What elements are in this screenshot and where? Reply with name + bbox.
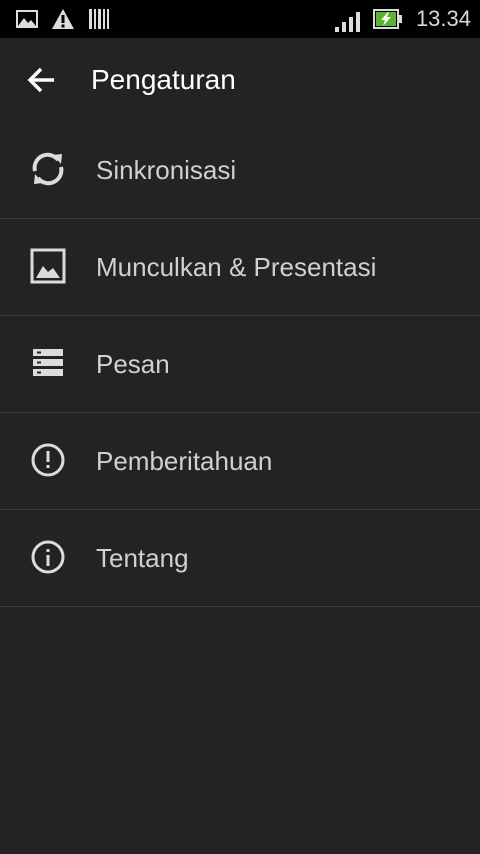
menu-item-messages[interactable]: Pesan bbox=[0, 316, 480, 413]
info-circle-icon bbox=[28, 537, 68, 577]
status-time: 13.34 bbox=[415, 6, 471, 31]
page-title: Pengaturan bbox=[91, 64, 236, 95]
menu-item-label: Pesan bbox=[96, 349, 170, 379]
menu-item-label: Tentang bbox=[96, 543, 189, 573]
menu-item-label: Sinkronisasi bbox=[96, 155, 237, 185]
barcode-icon bbox=[89, 9, 109, 34]
settings-menu: Sinkronisasi Munculkan & Presentasi Pesa… bbox=[0, 122, 480, 607]
battery-charging-icon bbox=[373, 8, 403, 35]
menu-item-about[interactable]: Tentang bbox=[0, 510, 480, 607]
arrow-left-icon bbox=[27, 67, 54, 93]
list-icon bbox=[28, 343, 68, 383]
sync-icon bbox=[28, 149, 68, 189]
menu-item-notifications[interactable]: Pemberitahuan bbox=[0, 413, 480, 510]
menu-item-label: Munculkan & Presentasi bbox=[96, 252, 377, 282]
app-bar: Pengaturan bbox=[0, 38, 480, 122]
alert-circle-icon bbox=[28, 440, 68, 480]
menu-item-sync[interactable]: Sinkronisasi bbox=[0, 122, 480, 219]
back-button[interactable] bbox=[22, 60, 62, 100]
menu-item-label: Pemberitahuan bbox=[96, 446, 273, 476]
menu-item-display[interactable]: Munculkan & Presentasi bbox=[0, 219, 480, 316]
signal-icon bbox=[334, 11, 360, 38]
image-icon bbox=[28, 246, 68, 286]
status-bar: 13.34 bbox=[0, 0, 480, 38]
warning-icon bbox=[51, 8, 75, 35]
image-notification-icon bbox=[15, 9, 39, 34]
